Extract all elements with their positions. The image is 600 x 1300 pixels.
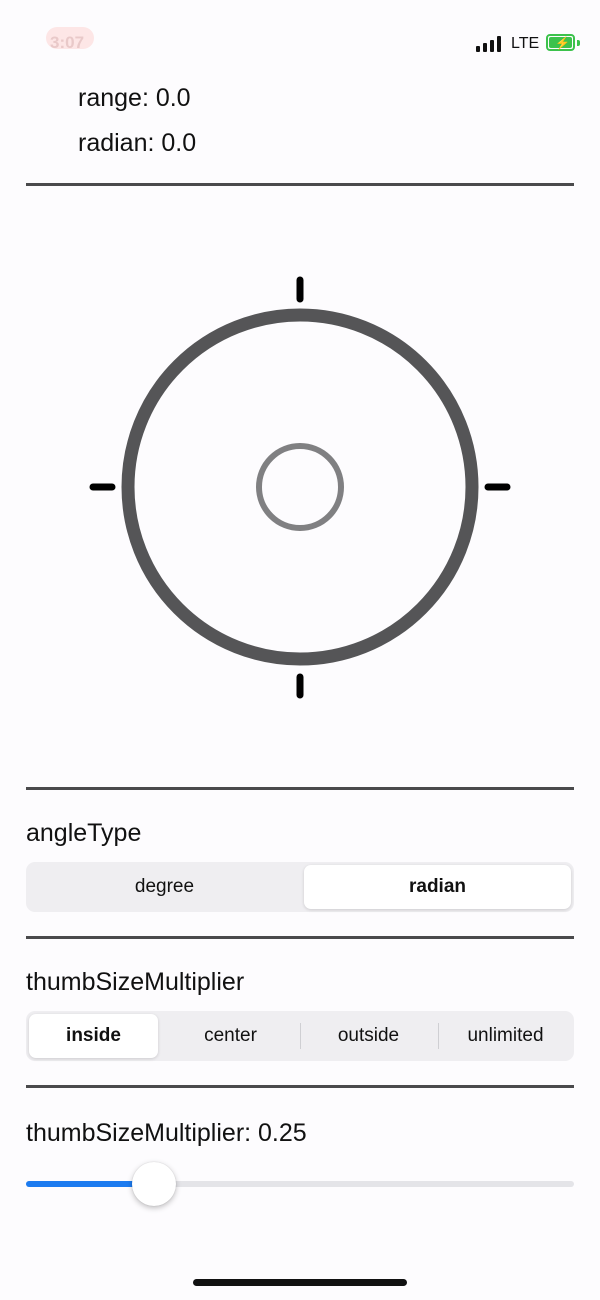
battery-cap xyxy=(577,40,580,46)
divider xyxy=(26,183,574,186)
segment-radian[interactable]: radian xyxy=(304,865,571,909)
joystick-control[interactable] xyxy=(0,195,600,785)
divider xyxy=(26,787,574,790)
thumb-size-slider[interactable] xyxy=(26,1160,574,1210)
cellular-signal-icon xyxy=(476,36,506,52)
status-bar: 3:07 LTE ⚡ xyxy=(0,0,600,80)
joystick-thumb[interactable] xyxy=(256,443,344,531)
segment-center[interactable]: center xyxy=(163,1014,298,1058)
divider xyxy=(26,936,574,939)
thumb-size-mode-title: thumbSizeMultiplier xyxy=(26,968,245,996)
network-type: LTE xyxy=(511,35,540,52)
angle-type-segmented-control: degree radian xyxy=(26,862,574,912)
divider xyxy=(26,1085,574,1088)
thumb-size-mode-segmented-control: inside center outside unlimited xyxy=(26,1011,574,1061)
angle-type-title: angleType xyxy=(26,819,142,847)
segment-inside[interactable]: inside xyxy=(29,1014,158,1058)
joystick-base-ring xyxy=(121,308,479,666)
status-time: 3:07 xyxy=(50,33,85,52)
battery-charging-icon: ⚡ xyxy=(546,34,575,51)
slider-thumb[interactable] xyxy=(131,1162,176,1206)
radian-readout: radian: 0.0 xyxy=(78,129,197,157)
range-readout: range: 0.0 xyxy=(78,84,191,112)
segment-unlimited[interactable]: unlimited xyxy=(439,1014,572,1058)
segment-outside[interactable]: outside xyxy=(301,1014,436,1058)
segment-degree[interactable]: degree xyxy=(29,865,300,909)
home-indicator xyxy=(193,1279,407,1286)
thumb-size-slider-label: thumbSizeMultiplier: 0.25 xyxy=(26,1119,307,1147)
